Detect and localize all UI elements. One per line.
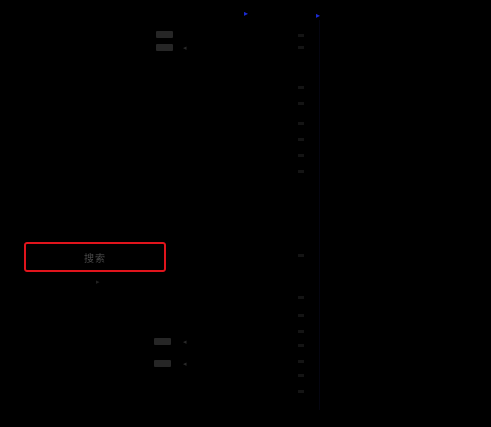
list-item[interactable]: [298, 360, 304, 363]
list-item[interactable]: [298, 330, 304, 333]
setting-toggle-1[interactable]: [156, 31, 173, 38]
list-item[interactable]: [298, 170, 304, 173]
list-item[interactable]: [298, 254, 304, 257]
setting-toggle-2[interactable]: [156, 44, 173, 51]
chevron-left-icon: ◂: [183, 338, 187, 346]
search-button-label: 搜索: [84, 253, 106, 265]
app-window: ▸ ▸ ◂ 搜索 ▸ ◂ ◂: [0, 0, 491, 427]
small-triangle-icon: ▸: [96, 278, 100, 286]
search-button[interactable]: 搜索: [24, 242, 166, 272]
setting-toggle-3[interactable]: [154, 338, 171, 345]
list-item[interactable]: [298, 34, 304, 37]
list-item[interactable]: [298, 138, 304, 141]
chevron-left-icon: ◂: [183, 44, 187, 52]
small-triangle-icon: ▸: [244, 9, 249, 18]
list-item[interactable]: [298, 374, 304, 377]
list-item[interactable]: [298, 122, 304, 125]
vertical-list: [292, 14, 320, 414]
list-item[interactable]: [298, 154, 304, 157]
list-item[interactable]: [298, 86, 304, 89]
list-item[interactable]: [298, 296, 304, 299]
list-item[interactable]: [298, 314, 304, 317]
list-item[interactable]: [298, 46, 304, 49]
list-item[interactable]: [298, 344, 304, 347]
list-item[interactable]: [298, 102, 304, 105]
list-item[interactable]: [298, 390, 304, 393]
setting-toggle-4[interactable]: [154, 360, 171, 367]
chevron-left-icon: ◂: [183, 360, 187, 368]
column-divider: [319, 20, 320, 410]
